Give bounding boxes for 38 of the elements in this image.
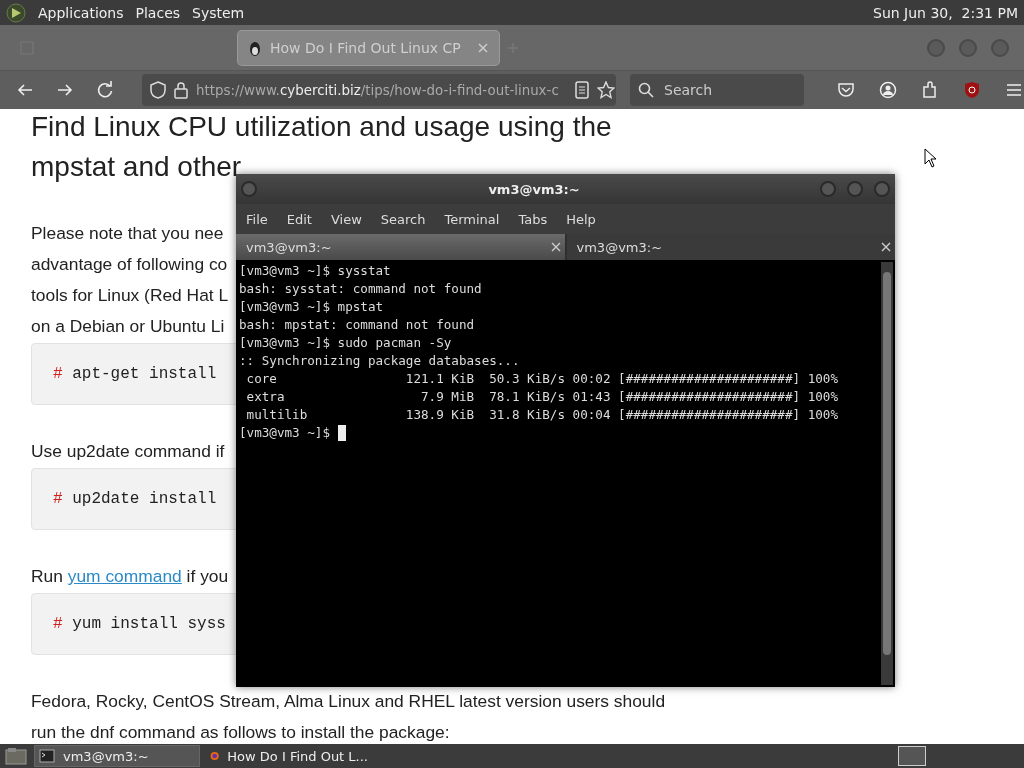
paragraph-text: on a Debian or Ubuntu Li <box>31 315 225 338</box>
terminal-tab[interactable]: vm3@vm3:~ <box>566 234 895 260</box>
menu-item[interactable]: Tabs <box>518 211 548 227</box>
menu-item[interactable]: File <box>246 211 268 227</box>
clock[interactable]: Sun Jun 30, 2:31 PM <box>873 4 1018 21</box>
menu-item[interactable]: View <box>330 211 362 227</box>
paragraph-text: tools for Linux (Red Hat L <box>31 284 229 307</box>
terminal-line: bash: mpstat: command not found <box>239 316 475 334</box>
terminal-line: [vm3@vm3 ~]$ <box>239 424 331 442</box>
paragraph-text: run the dnf command as follows to install the package: <box>31 721 450 744</box>
terminal-tab[interactable]: vm3@vm3:~ <box>236 234 565 260</box>
paragraph-text: Use up2date command if <box>31 440 225 463</box>
article-heading: mpstat and other <box>31 150 242 184</box>
terminal-line: multilib 138.9 KiB 31.8 KiB/s 00:04 [######################] 100% <box>245 406 838 424</box>
article-heading: Find Linux CPU utilization and usage using the <box>31 110 612 144</box>
paragraph-text: Please note that you nee <box>31 222 224 245</box>
taskbar-button[interactable]: How Do I Find Out L... <box>206 745 372 767</box>
paragraph-text: Run yum command if you <box>31 565 229 588</box>
panel-menu[interactable]: Places <box>135 4 181 21</box>
terminal-line: bash: sysstat: command not found <box>239 280 482 298</box>
window-title: vm3@vm3:~ <box>487 181 581 197</box>
terminal-line: :: Synchronizing package databases... <box>239 352 520 370</box>
paragraph-text: Fedora, Rocky, CentOS Stream, Alma Linux and RHEL latest version users should <box>31 690 666 713</box>
taskbar-button[interactable]: vm3@vm3:~ <box>34 745 200 767</box>
menu-item[interactable]: Help <box>566 211 596 227</box>
menu-item[interactable]: Edit <box>286 211 312 227</box>
panel-menu[interactable]: Applications <box>38 4 124 21</box>
search-field[interactable]: Search <box>662 81 796 99</box>
terminal-line: [vm3@vm3 ~]$ sysstat <box>239 262 391 280</box>
url-text: https://www.cyberciti.biz/tips/how-do-i-find-out-linux-c <box>196 82 559 98</box>
menu-item[interactable]: Search <box>380 211 426 227</box>
address-field[interactable]: https://www.cyberciti.biz/tips/how-do-i-find-out-linux-c <box>142 74 616 106</box>
panel-menu[interactable]: System <box>192 4 245 21</box>
paragraph-text: advantage of following co <box>31 253 228 276</box>
terminal-line: [vm3@vm3 ~]$ mpstat <box>239 298 384 316</box>
command-link[interactable]: yum command <box>67 566 182 586</box>
menu-item[interactable]: Terminal <box>444 211 500 227</box>
search-field[interactable]: Search <box>630 74 804 106</box>
